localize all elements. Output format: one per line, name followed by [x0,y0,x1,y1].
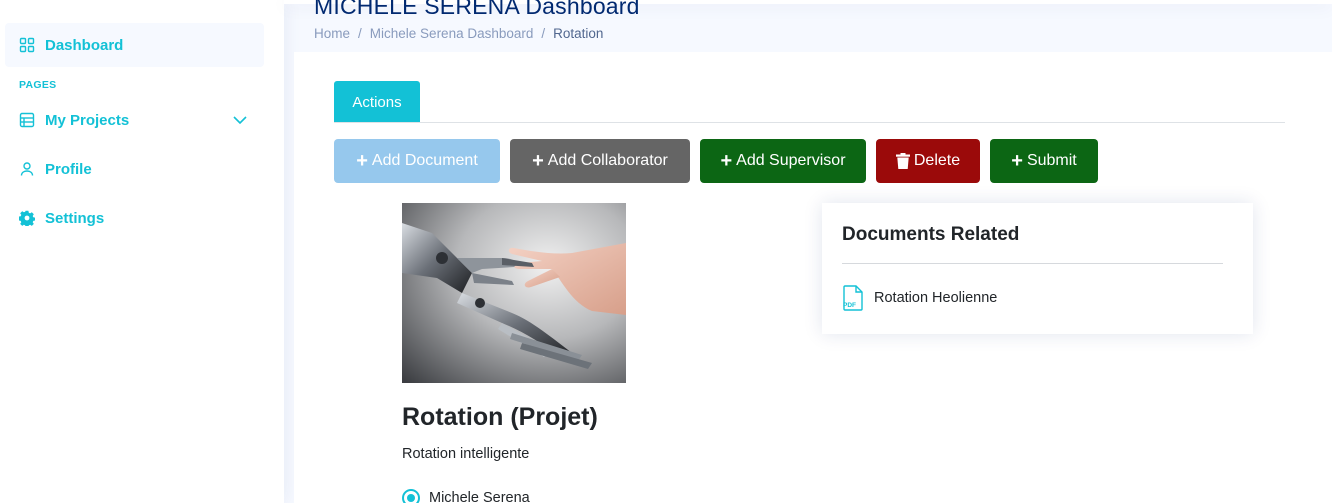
pdf-label: PDF [843,302,856,309]
documents-related-card: Documents Related PDF Rotation Heolienne [822,203,1253,334]
breadcrumb-separator: / [541,26,546,41]
sidebar: Dashboard PAGES My Projects Profile Sett… [0,0,284,503]
sidebar-item-label: My Projects [45,111,130,129]
add-supervisor-button[interactable]: + Add Supervisor [700,139,866,183]
project-image [402,203,626,383]
submit-button[interactable]: + Submit [990,139,1098,183]
sidebar-item-label: Profile [45,160,92,178]
sidebar-item-my-projects[interactable]: My Projects [5,98,264,142]
document-name: Rotation Heolienne [874,290,998,306]
member-item[interactable]: Michele Serena [402,489,530,503]
grid-icon [19,37,35,53]
person-icon [19,161,35,177]
button-label: Delete [913,152,961,169]
layout-list-icon [19,112,35,128]
delete-button[interactable]: Delete [876,139,980,183]
trash-icon [895,153,910,169]
button-label: Add Collaborator [547,152,668,169]
chevron-down-icon[interactable] [232,112,248,128]
project-title: Rotation (Projet) [402,403,598,431]
plus-icon: + [356,150,368,172]
sidebar-item-label: Dashboard [45,36,124,54]
radio-checked-icon[interactable] [402,489,420,503]
sidebar-item-dashboard[interactable]: Dashboard [5,23,264,67]
breadcrumb: Home / Michele Serena Dashboard / Rotati… [314,26,603,41]
gear-icon [19,210,35,226]
add-document-button[interactable]: + Add Document [334,139,500,183]
project-description: Rotation intelligente [402,446,530,462]
breadcrumb-separator: / [358,26,362,41]
add-collaborator-button[interactable]: + Add Collaborator [510,139,690,183]
plus-icon: + [532,150,544,172]
button-label: Add Document [371,152,478,169]
tab-divider [334,122,1285,123]
sidebar-heading: PAGES [19,79,57,91]
pdf-file-icon: PDF [842,285,864,311]
tab-actions[interactable]: Actions [334,81,420,123]
button-label: Submit [1026,152,1077,169]
breadcrumb-dashboard[interactable]: Michele Serena Dashboard [370,26,534,41]
sidebar-item-label: Settings [45,209,105,227]
sidebar-item-settings[interactable]: Settings [5,196,264,240]
button-label: Add Supervisor [736,152,846,169]
breadcrumb-home[interactable]: Home [314,26,350,41]
sidebar-item-profile[interactable]: Profile [5,147,264,191]
documents-related-title: Documents Related [842,224,1020,245]
document-item[interactable]: PDF Rotation Heolienne [842,285,997,311]
page-title: MICHELE SERENA Dashboard [314,0,640,19]
plus-icon: + [720,150,733,172]
member-name: Michele Serena [429,490,530,503]
plus-icon: + [1011,150,1023,172]
documents-divider [842,263,1223,264]
breadcrumb-current: Rotation [553,26,604,41]
